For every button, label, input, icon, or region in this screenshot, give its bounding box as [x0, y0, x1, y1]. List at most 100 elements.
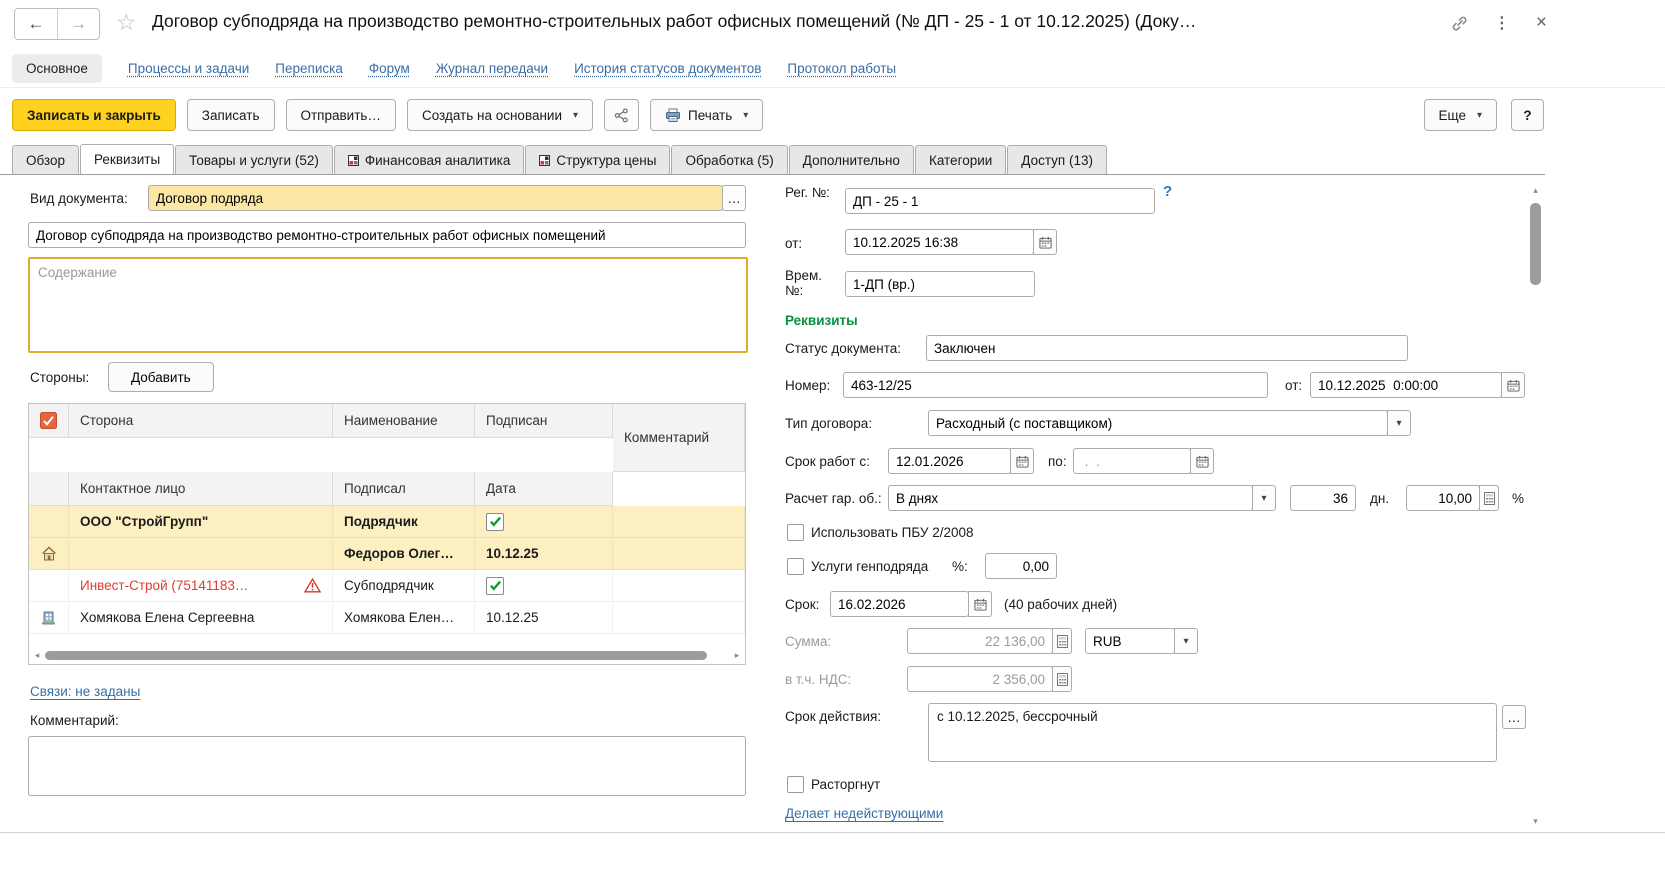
- help-question-icon[interactable]: ?: [1163, 183, 1172, 200]
- tab-financial-analytics[interactable]: Финансовая аналитика: [334, 145, 525, 174]
- send-button[interactable]: Отправить…: [286, 99, 396, 131]
- party-cell[interactable]: Инвест-Строй (75141183…: [69, 570, 333, 602]
- content-textarea[interactable]: [28, 257, 748, 353]
- column-header-name[interactable]: Наименование: [333, 404, 475, 438]
- comment-cell[interactable]: [613, 602, 745, 634]
- get-link-icon[interactable]: [1451, 15, 1468, 32]
- calc-button[interactable]: [1479, 485, 1499, 511]
- name-cell[interactable]: Субподрядчик: [333, 570, 475, 602]
- select-column-header[interactable]: [29, 404, 69, 438]
- add-party-button[interactable]: Добавить: [108, 362, 214, 392]
- column-header-signer[interactable]: Подписал: [333, 472, 475, 506]
- back-button[interactable]: ←: [15, 9, 57, 39]
- horizontal-scrollbar[interactable]: ◂ ▸: [31, 649, 743, 662]
- gen-services-checkbox[interactable]: [787, 558, 804, 575]
- signer-cell[interactable]: Хомякова Елен…: [333, 602, 475, 634]
- tab-additional[interactable]: Дополнительно: [789, 145, 914, 174]
- scroll-down-icon[interactable]: ▾: [1528, 814, 1543, 828]
- nav-link-status-history[interactable]: История статусов документов: [574, 61, 761, 76]
- signed-cell[interactable]: [475, 570, 613, 602]
- tab-processing[interactable]: Обработка (5): [671, 145, 787, 174]
- comment-cell[interactable]: [613, 506, 745, 538]
- tab-requisites[interactable]: Реквизиты: [80, 144, 174, 174]
- calc-button[interactable]: [1052, 666, 1072, 692]
- doc-kind-more-button[interactable]: …: [722, 185, 746, 211]
- column-header-party[interactable]: Сторона: [69, 404, 333, 438]
- tab-access[interactable]: Доступ (13): [1007, 145, 1107, 174]
- more-actions-button[interactable]: Еще ▾: [1424, 99, 1498, 131]
- scroll-up-icon[interactable]: ▴: [1528, 183, 1543, 197]
- table-row-contact-fedorov[interactable]: Федоров Олег… 10.12.25: [29, 538, 745, 570]
- horizontal-scroll-thumb[interactable]: [45, 651, 707, 660]
- term-input[interactable]: [830, 591, 969, 617]
- terminated-checkbox[interactable]: [787, 776, 804, 793]
- number-input[interactable]: [843, 372, 1268, 398]
- tab-price-structure[interactable]: Структура цены: [525, 145, 670, 174]
- date-cell[interactable]: 10.12.25: [475, 538, 613, 570]
- date-cell[interactable]: 10.12.25: [475, 602, 613, 634]
- contract-type-dropdown-button[interactable]: ▾: [1387, 410, 1411, 436]
- save-button[interactable]: Записать: [187, 99, 275, 131]
- column-header-comment[interactable]: Комментарий: [613, 404, 745, 472]
- help-button[interactable]: ?: [1511, 99, 1544, 131]
- tab-categories[interactable]: Категории: [915, 145, 1006, 174]
- table-row-party-stroygroup[interactable]: ООО "СтройГрупп" Подрядчик: [29, 506, 745, 538]
- close-icon[interactable]: ×: [1536, 12, 1547, 34]
- invalidates-link[interactable]: Делает недействующими: [785, 806, 943, 821]
- warranty-percent-input[interactable]: [1406, 485, 1480, 511]
- tab-goods-services[interactable]: Товары и услуги (52): [175, 145, 333, 174]
- number-date-input[interactable]: [1310, 372, 1502, 398]
- comment-textarea[interactable]: [28, 736, 746, 796]
- forward-button[interactable]: →: [57, 9, 99, 39]
- signed-checkbox[interactable]: [486, 577, 504, 595]
- scroll-right-icon[interactable]: ▸: [731, 650, 743, 661]
- calendar-button[interactable]: [1501, 372, 1525, 398]
- doc-kind-input[interactable]: [148, 185, 723, 211]
- calendar-button[interactable]: [1033, 229, 1057, 255]
- validity-box[interactable]: с 10.12.2025, бессрочный: [928, 703, 1497, 762]
- party-cell[interactable]: ООО "СтройГрупп": [69, 506, 333, 538]
- nav-item-main[interactable]: Основное: [12, 54, 102, 83]
- column-header-contact[interactable]: Контактное лицо: [69, 472, 333, 506]
- contract-type-select[interactable]: [928, 410, 1388, 436]
- nav-link-transfer-journal[interactable]: Журнал передачи: [436, 61, 548, 76]
- work-from-input[interactable]: [888, 448, 1011, 474]
- table-row-party-investstroy[interactable]: Инвест-Строй (75141183… Субподрядчик: [29, 570, 745, 602]
- calendar-button[interactable]: [968, 591, 992, 617]
- signed-cell[interactable]: [475, 506, 613, 538]
- share-button[interactable]: [604, 99, 639, 131]
- relations-link[interactable]: Связи: не заданы: [30, 684, 140, 699]
- work-to-input[interactable]: [1073, 448, 1191, 474]
- warranty-mode-select[interactable]: [888, 485, 1253, 511]
- currency-dropdown-button[interactable]: ▾: [1174, 628, 1198, 654]
- vertical-scroll-thumb[interactable]: [1530, 203, 1541, 285]
- gen-services-pct-input[interactable]: [985, 553, 1057, 579]
- comment-cell[interactable]: [613, 570, 745, 602]
- pbu-checkbox[interactable]: [787, 524, 804, 541]
- currency-select[interactable]: [1085, 628, 1175, 654]
- save-and-close-button[interactable]: Записать и закрыть: [12, 99, 176, 131]
- print-button[interactable]: Печать ▾: [650, 99, 763, 131]
- contact-cell[interactable]: Хомякова Елена Сергеевна: [69, 602, 333, 634]
- warranty-mode-dropdown-button[interactable]: ▾: [1252, 485, 1276, 511]
- calc-button[interactable]: [1052, 628, 1072, 654]
- temp-number-input[interactable]: [845, 271, 1035, 297]
- calendar-button[interactable]: [1190, 448, 1214, 474]
- column-header-signed[interactable]: Подписан: [475, 404, 613, 438]
- signed-checkbox[interactable]: [486, 513, 504, 531]
- nav-link-correspondence[interactable]: Переписка: [275, 61, 343, 76]
- nav-link-work-protocol[interactable]: Протокол работы: [787, 61, 896, 76]
- reg-number-input[interactable]: [845, 188, 1155, 214]
- status-input[interactable]: [926, 335, 1408, 361]
- create-based-on-button[interactable]: Создать на основании ▾: [407, 99, 593, 131]
- doc-name-input[interactable]: [28, 222, 746, 248]
- validity-more-button[interactable]: …: [1502, 705, 1526, 729]
- contact-cell[interactable]: [69, 538, 333, 570]
- nav-link-forum[interactable]: Форум: [369, 61, 410, 76]
- column-header-date[interactable]: Дата: [475, 472, 613, 506]
- name-cell[interactable]: Подрядчик: [333, 506, 475, 538]
- table-row-contact-khomyakova[interactable]: Хомякова Елена Сергеевна Хомякова Елен… …: [29, 602, 745, 634]
- more-menu-icon[interactable]: ⋮: [1494, 13, 1510, 33]
- tab-overview[interactable]: Обзор: [12, 145, 79, 174]
- reg-date-input[interactable]: [845, 229, 1034, 255]
